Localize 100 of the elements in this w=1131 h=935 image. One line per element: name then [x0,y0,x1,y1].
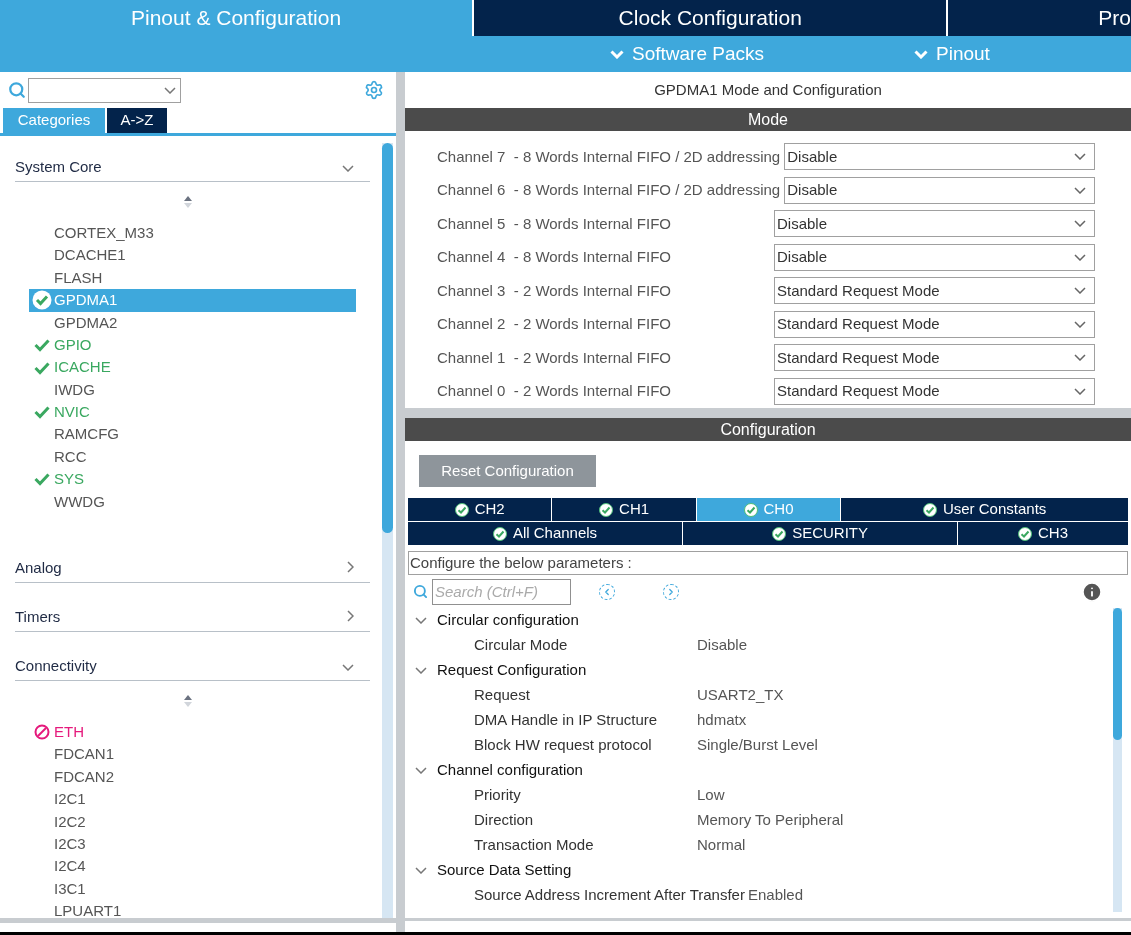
channel-label: Channel 5 - 8 Words Internal FIFO [437,213,672,234]
channel-label: Channel 4 - 8 Words Internal FIFO [437,247,672,267]
search-icon[interactable] [413,584,428,599]
channel-label: Channel 7 - 8 Words Internal FIFO / 2D addressing [437,146,781,167]
parameter-value[interactable]: Disable [697,634,748,657]
search-field[interactable]: Search (Ctrl+F) [432,578,571,605]
chevron-down-icon [1074,354,1086,362]
info-icon[interactable] [1081,580,1103,603]
channel-label: Channel 2 - 2 Words Internal FIFO [437,314,672,334]
peripheral-item[interactable]: DCACHE1 [29,244,356,267]
config-tab[interactable]: CH1 [552,498,696,521]
config-tab[interactable]: CH2 [408,498,552,521]
chevron-down-icon [164,86,176,94]
peripheral-item[interactable]: ETH [29,721,356,744]
peripheral-item[interactable]: GPDMA2 [29,311,356,334]
group-label: Circular configuration [437,610,579,631]
settings-icon[interactable] [364,80,384,100]
search-icon[interactable] [8,81,26,99]
panel-title: GPDMA1 Mode and Configuration [653,79,883,100]
section-header: Configuration [405,418,1131,441]
parameter-value[interactable]: Single/Burst Level [697,734,818,757]
expand-icon[interactable] [415,617,427,624]
channel-label: Channel 1 - 2 Words Internal FIFO [437,347,672,368]
mode-dropdown[interactable]: Standard Request Mode [774,277,1095,305]
config-tab[interactable]: CH3 [958,522,1128,545]
top-tab[interactable]: Pro [948,0,1131,36]
chevron-down-icon [610,49,624,59]
parameter-value[interactable]: Low [697,784,725,807]
expand-icon[interactable] [415,667,427,674]
hint-text: Configure the below parameters : [408,551,1128,575]
parameter-value[interactable]: hdmatx [697,709,747,732]
mode-dropdown[interactable]: Disable [784,176,1095,204]
chevron-down-icon [342,664,354,672]
peripheral-item[interactable]: I2C2 [29,810,356,834]
sort-icon[interactable] [182,694,193,709]
peripheral-item[interactable]: FDCAN1 [29,743,356,766]
group-label: Request Configuration [437,660,587,681]
expand-icon[interactable] [415,867,427,874]
check-circle-icon [743,502,758,517]
chevron-down-icon [1074,153,1086,161]
expand-icon[interactable] [415,767,427,774]
parameter-value[interactable]: Enabled [747,884,804,907]
parameter-value[interactable]: USART2_TX [697,684,784,707]
config-tab[interactable]: User Constants [841,498,1128,521]
chevron-down-icon [1074,220,1086,228]
parameter-value[interactable]: Memory To Peripheral [697,809,844,832]
category-header[interactable]: System Core [15,140,370,182]
peripheral-item[interactable]: I2C1 [29,788,356,811]
top-tab[interactable]: Clock Configuration [474,0,947,36]
scrollbar[interactable] [382,143,393,918]
peripheral-item[interactable]: FDCAN2 [29,765,356,789]
parameter-name: Source Address Increment After Transfer [473,885,746,906]
chevron-down-icon [1074,387,1086,395]
peripheral-item[interactable]: I2C4 [29,855,356,878]
check-circle-icon [454,502,469,517]
config-tab[interactable]: SECURITY [683,522,958,545]
group-label: Source Data Setting [437,860,572,881]
check-circle-icon [492,526,507,541]
mode-dropdown[interactable]: Standard Request Mode [774,377,1095,405]
mode-dropdown[interactable]: Disable [774,243,1095,271]
mode-dropdown[interactable]: Standard Request Mode [774,344,1095,372]
channel-label: Channel 6 - 8 Words Internal FIFO / 2D addressing [437,180,781,200]
channel-label: Channel 0 - 2 Words Internal FIFO [437,381,672,401]
group-label: Channel configuration [437,760,583,781]
mode-dropdown[interactable]: Standard Request Mode [774,310,1095,338]
parameter-name: Direction [473,810,535,831]
chevron-down-icon [914,49,928,59]
peripheral-item[interactable]: I2C3 [29,833,356,856]
section-header: Mode [405,108,1131,131]
peripheral-item[interactable]: IWDG [29,378,356,402]
view-tab[interactable]: A->Z [107,108,167,133]
mode-dropdown[interactable]: Disable [774,210,1095,238]
peripheral-item[interactable]: LPUART1 [29,900,356,918]
peripheral-item[interactable]: CORTEX_M33 [29,222,356,245]
check-circle-icon [922,502,937,517]
chevron-right-icon [347,610,354,623]
parameter-name: Block HW request protocol [473,735,653,756]
chevron-down-icon [1074,320,1086,328]
peripheral-item[interactable]: I3C1 [29,877,356,901]
peripheral-item[interactable]: FLASH [29,266,356,290]
parameter-value[interactable]: Normal [697,834,746,857]
chevron-down-icon [1074,186,1086,194]
mode-dropdown[interactable]: Disable [784,143,1095,171]
category-header[interactable]: Connectivity [15,639,370,682]
peripheral-item[interactable]: WWDG [29,490,356,514]
parameter-name: Transaction Mode [473,835,595,856]
parameter-name: Priority [473,785,522,806]
config-tab[interactable]: All Channels [408,522,683,545]
category-header[interactable]: Analog [15,541,370,584]
category-header[interactable]: Timers [15,590,370,633]
peripheral-item[interactable]: RAMCFG [29,423,356,446]
parameter-name: DMA Handle in IP Structure [473,710,659,731]
chevron-down-icon [1074,287,1086,295]
scrollbar[interactable] [1113,608,1122,912]
chevron-down-icon [342,165,354,172]
check-circle-icon [1018,526,1033,541]
peripheral-item[interactable]: RCC [29,445,356,469]
search-combo[interactable] [28,77,181,103]
sort-icon[interactable] [182,195,193,209]
channel-label: Channel 3 - 2 Words Internal FIFO [437,280,672,301]
